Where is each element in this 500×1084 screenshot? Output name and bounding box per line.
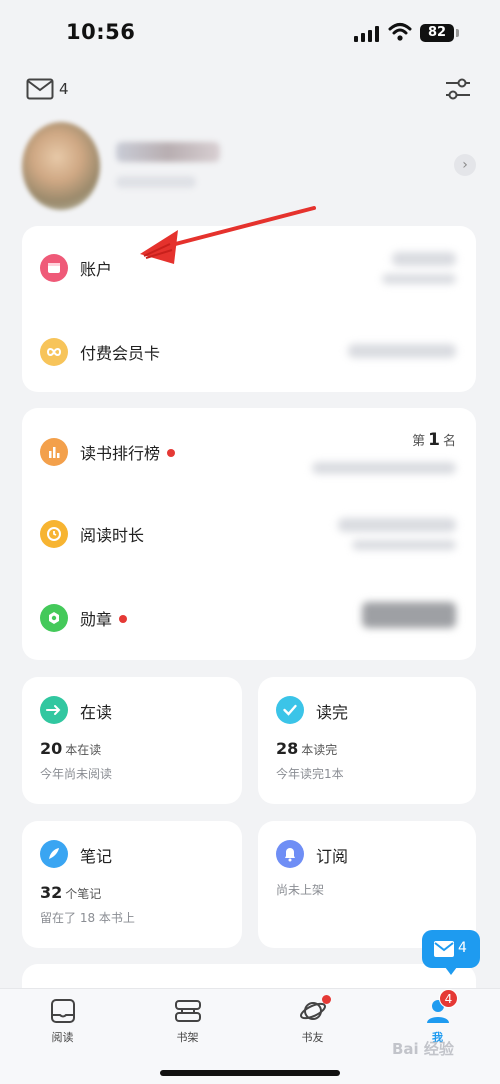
mail-count[interactable]: 4: [59, 80, 69, 98]
account-label: 账户: [80, 260, 113, 279]
medals-label: 勋章: [80, 606, 128, 630]
new-dot: [167, 448, 176, 457]
tab-friends[interactable]: 书友: [250, 989, 375, 1059]
infinity-icon: [40, 338, 68, 366]
wifi-icon: [388, 23, 412, 41]
reading-time-label: 阅读时长: [80, 526, 145, 545]
bell-icon: [276, 840, 304, 868]
membership-label: 付费会员卡: [80, 344, 161, 363]
reading-sub: 今年尚未阅读: [40, 767, 113, 781]
reading-time-sub-blurred: [352, 540, 456, 550]
profile-name-blurred: [116, 142, 220, 162]
settings-sliders-icon[interactable]: [444, 76, 472, 102]
watermark: Bai 经验: [392, 1040, 454, 1058]
notes-title: 笔记: [80, 847, 113, 866]
home-indicator: [160, 1070, 340, 1076]
reading-time-blurred: [338, 518, 456, 532]
battery-tip: [456, 29, 459, 37]
battery-indicator: 82: [420, 24, 454, 42]
mail-icon[interactable]: [26, 78, 54, 100]
finished-count-line: 28 本读完: [276, 739, 338, 758]
mail-icon: [434, 941, 454, 957]
arrow-right-icon: [40, 696, 68, 724]
wallet-icon: [40, 254, 68, 282]
status-time: 10:56: [66, 20, 136, 44]
card-finished[interactable]: 读完 28 本读完 今年读完1本: [258, 677, 476, 804]
floating-mail-count: 4: [458, 940, 467, 956]
signal-icon: [354, 26, 380, 42]
card-notes[interactable]: 笔记 32 个笔记 留在了 18 本书上: [22, 821, 242, 948]
tab-read-label: 阅读: [51, 1031, 74, 1044]
floating-mail-button[interactable]: 4: [422, 930, 480, 975]
new-dot: [119, 614, 128, 623]
annotation-arrow: [140, 206, 316, 264]
medals-blurred: [362, 602, 456, 628]
membership-value-blurred: [348, 344, 456, 358]
reading-card: 第1名 读书排行榜 阅读时长 勋章: [22, 408, 476, 660]
tablet-icon: [51, 999, 75, 1023]
subscribe-title: 订阅: [316, 847, 349, 866]
subscribe-sub: 尚未上架: [276, 883, 325, 897]
profile-subtitle-blurred: [116, 176, 196, 188]
card-reading[interactable]: 在读 20 本在读 今年尚未阅读: [22, 677, 242, 804]
rank-value-blurred: [312, 462, 456, 474]
finished-title: 读完: [316, 703, 349, 722]
medal-icon: [40, 604, 68, 632]
profile-chevron-right-icon[interactable]: ›: [454, 154, 476, 176]
notes-count-line: 32 个笔记: [40, 883, 102, 902]
reading-title: 在读: [80, 703, 113, 722]
reading-count-line: 20 本在读: [40, 739, 102, 758]
friends-notification-dot: [322, 995, 331, 1004]
reading-rank-label: 读书排行榜: [80, 440, 176, 464]
top-row: 4: [0, 72, 500, 108]
row-membership-card[interactable]: 付费会员卡: [22, 332, 476, 372]
account-sub-blurred: [382, 274, 456, 284]
tab-read[interactable]: 阅读: [0, 989, 125, 1059]
row-reading-rank[interactable]: 读书排行榜: [22, 432, 476, 474]
row-reading-time[interactable]: 阅读时长: [22, 514, 476, 554]
check-icon: [276, 696, 304, 724]
tab-bookshelf[interactable]: 书架: [125, 989, 250, 1059]
finished-sub: 今年读完1本: [276, 767, 344, 781]
bookshelf-icon: [175, 1000, 201, 1022]
status-bar: 10:56 82: [0, 0, 500, 64]
row-medals[interactable]: 勋章: [22, 598, 476, 638]
tab-friends-label: 书友: [301, 1031, 324, 1044]
me-badge: 4: [439, 989, 458, 1008]
account-value-blurred: [392, 252, 456, 266]
avatar[interactable]: [22, 122, 100, 210]
notes-sub: 留在了 18 本书上: [40, 911, 135, 925]
clock-icon: [40, 520, 68, 548]
bar-chart-icon: [40, 438, 68, 466]
card-subscribe[interactable]: 订阅 尚未上架: [258, 821, 476, 948]
tab-bookshelf-label: 书架: [176, 1031, 199, 1044]
feather-icon: [40, 840, 68, 868]
